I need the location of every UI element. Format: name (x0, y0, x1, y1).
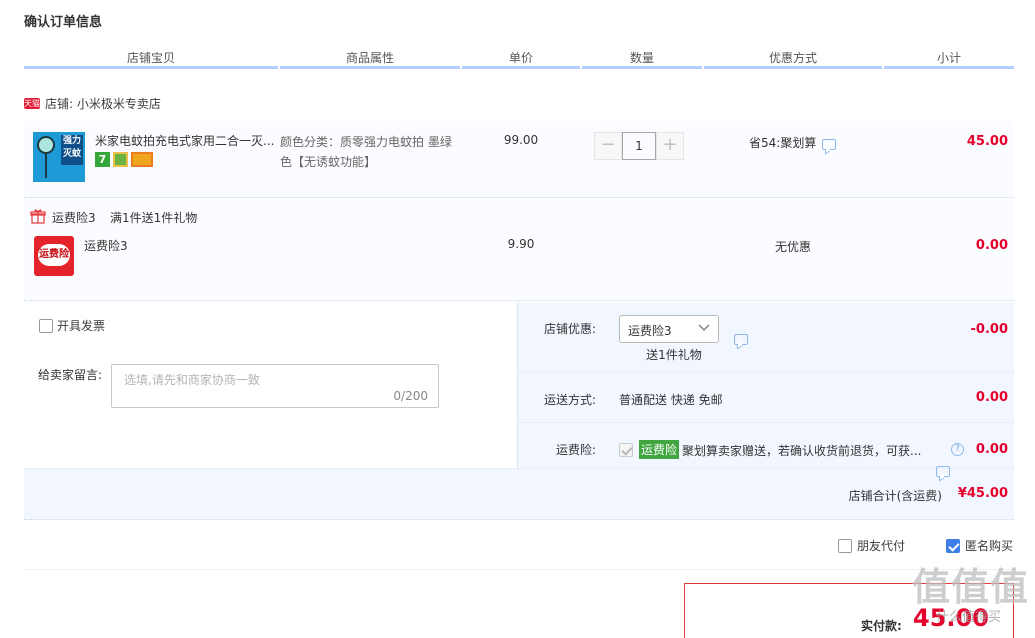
insurance-tag: 运费险 (639, 440, 680, 459)
thumb-text-2: 灭蚊 (62, 149, 81, 159)
quantity-input[interactable]: 1 (622, 132, 656, 160)
shop-discount-amount: -0.00 (970, 322, 1008, 337)
gift-thumb-text: 运费险 (38, 244, 70, 266)
divider (24, 569, 1014, 570)
invoice-option[interactable]: 开具发票 (39, 317, 105, 334)
gift-discount: 无优惠 (774, 240, 811, 254)
row-divider (519, 422, 1014, 423)
insurance-amount: 0.00 (975, 442, 1008, 457)
gift-icon (30, 208, 46, 224)
friend-pay-label: 朋友代付 (857, 539, 906, 553)
header-bar (884, 66, 1014, 69)
invoice-label: 开具发票 (57, 319, 106, 333)
item-discount: 省54:聚划算 (749, 136, 817, 150)
chat-icon[interactable] (936, 466, 950, 477)
shipping-amount: 0.00 (975, 390, 1008, 405)
col-header-item: 店铺宝贝 (126, 51, 175, 65)
chat-icon[interactable] (734, 334, 748, 345)
message-counter: 0/200 (393, 389, 428, 403)
insurance-checkbox (619, 442, 633, 457)
anonymous-option[interactable]: 匿名购买 (946, 537, 1013, 554)
chat-icon[interactable] (822, 139, 836, 150)
col-header-subtotal: 小计 (936, 51, 961, 65)
gift-subtotal: 0.00 (975, 238, 1008, 253)
friend-pay-option[interactable]: 朋友代付 (838, 537, 905, 554)
seven-day-return-icon[interactable]: 7 (95, 152, 110, 167)
gift-thumbnail[interactable]: 运费险 (34, 236, 74, 276)
item-name[interactable]: 米家电蚊拍充电式家用二合一灭... (95, 132, 274, 149)
gift-price: 9.90 (507, 237, 535, 251)
anonymous-checkbox[interactable] (946, 538, 960, 553)
shipping-value: 普通配送 快递 免邮 (619, 393, 723, 407)
tmall-badge-icon: 天猫 (24, 98, 40, 109)
header-bar (704, 66, 882, 69)
increase-button[interactable]: + (656, 132, 684, 160)
col-header-qty: 数量 (629, 51, 654, 65)
col-header-discount: 优惠方式 (768, 51, 817, 65)
item-subtotal: 45.00 (966, 134, 1008, 149)
header-bar (582, 66, 702, 69)
shop-discount-label: 店铺优惠: (544, 322, 597, 336)
item-thumbnail[interactable]: 强力 灭蚊 (33, 132, 85, 182)
quantity-stepper: − 1 + (594, 132, 684, 160)
item-price: 99.00 (503, 133, 539, 147)
col-header-attr: 商品属性 (345, 51, 394, 65)
item-service-icons: 7 (95, 152, 153, 167)
thumb-label: 强力 灭蚊 (61, 135, 83, 165)
chevron-down-icon (698, 321, 710, 333)
gift-header-name: 运费险3 (52, 211, 96, 225)
message-placeholder: 选填,请先和商家协商一致 (124, 373, 260, 387)
item-attr-line2: 色【无诱蚊功能】 (280, 155, 377, 169)
shop-name[interactable]: 店铺: 小米极米专卖店 (45, 95, 161, 112)
watermark-logo: 值值值 (911, 565, 1029, 609)
guarantee-icon[interactable] (113, 152, 128, 167)
shop-total-label: 店铺合计(含运费) (848, 489, 942, 503)
thumb-text-1: 强力 (62, 136, 81, 146)
invoice-checkbox[interactable] (39, 318, 53, 333)
header-bar (462, 66, 580, 69)
shipping-label: 运送方式: (544, 393, 597, 407)
page-title: 确认订单信息 (24, 15, 103, 30)
gift-item-name[interactable]: 运费险3 (84, 237, 128, 254)
row-divider (519, 372, 1014, 373)
swatter-icon (37, 136, 55, 154)
header-bar (24, 66, 278, 69)
row-divider (24, 468, 1014, 469)
shop-discount-row (519, 302, 1014, 372)
insurance-label: 运费险: (556, 443, 597, 457)
decrease-button[interactable]: − (594, 132, 622, 160)
shop-discount-selected: 运费险3 (628, 324, 672, 338)
message-label: 给卖家留言: (38, 368, 103, 382)
col-header-price: 单价 (508, 51, 533, 65)
shop-total-amount: ¥45.00 (957, 486, 1008, 501)
header-bar (280, 66, 460, 69)
watermark-text: 什么值得买 (935, 610, 1001, 625)
swatter-handle (45, 154, 47, 178)
pay-label: 实付款: (861, 619, 902, 633)
friend-pay-checkbox[interactable] (838, 538, 852, 553)
shop-line: 天猫 店铺: 小米极米专卖店 (24, 95, 161, 112)
insurance-text: 聚划算卖家赠送，若确认收货前退货，可获... (682, 444, 922, 458)
shop-discount-sub: 送1件礼物 (646, 348, 702, 362)
credit-card-icon[interactable] (131, 152, 153, 167)
help-icon[interactable]: ? (951, 443, 964, 456)
shop-discount-select[interactable]: 运费险3 (619, 315, 719, 343)
message-textarea[interactable]: 选填,请先和商家协商一致 0/200 (111, 364, 439, 408)
gift-header-rule: 满1件送1件礼物 (110, 211, 198, 225)
item-attr-line1: 颜色分类：质零强力电蚊拍 墨绿 (280, 135, 452, 149)
anonymous-label: 匿名购买 (965, 539, 1014, 553)
